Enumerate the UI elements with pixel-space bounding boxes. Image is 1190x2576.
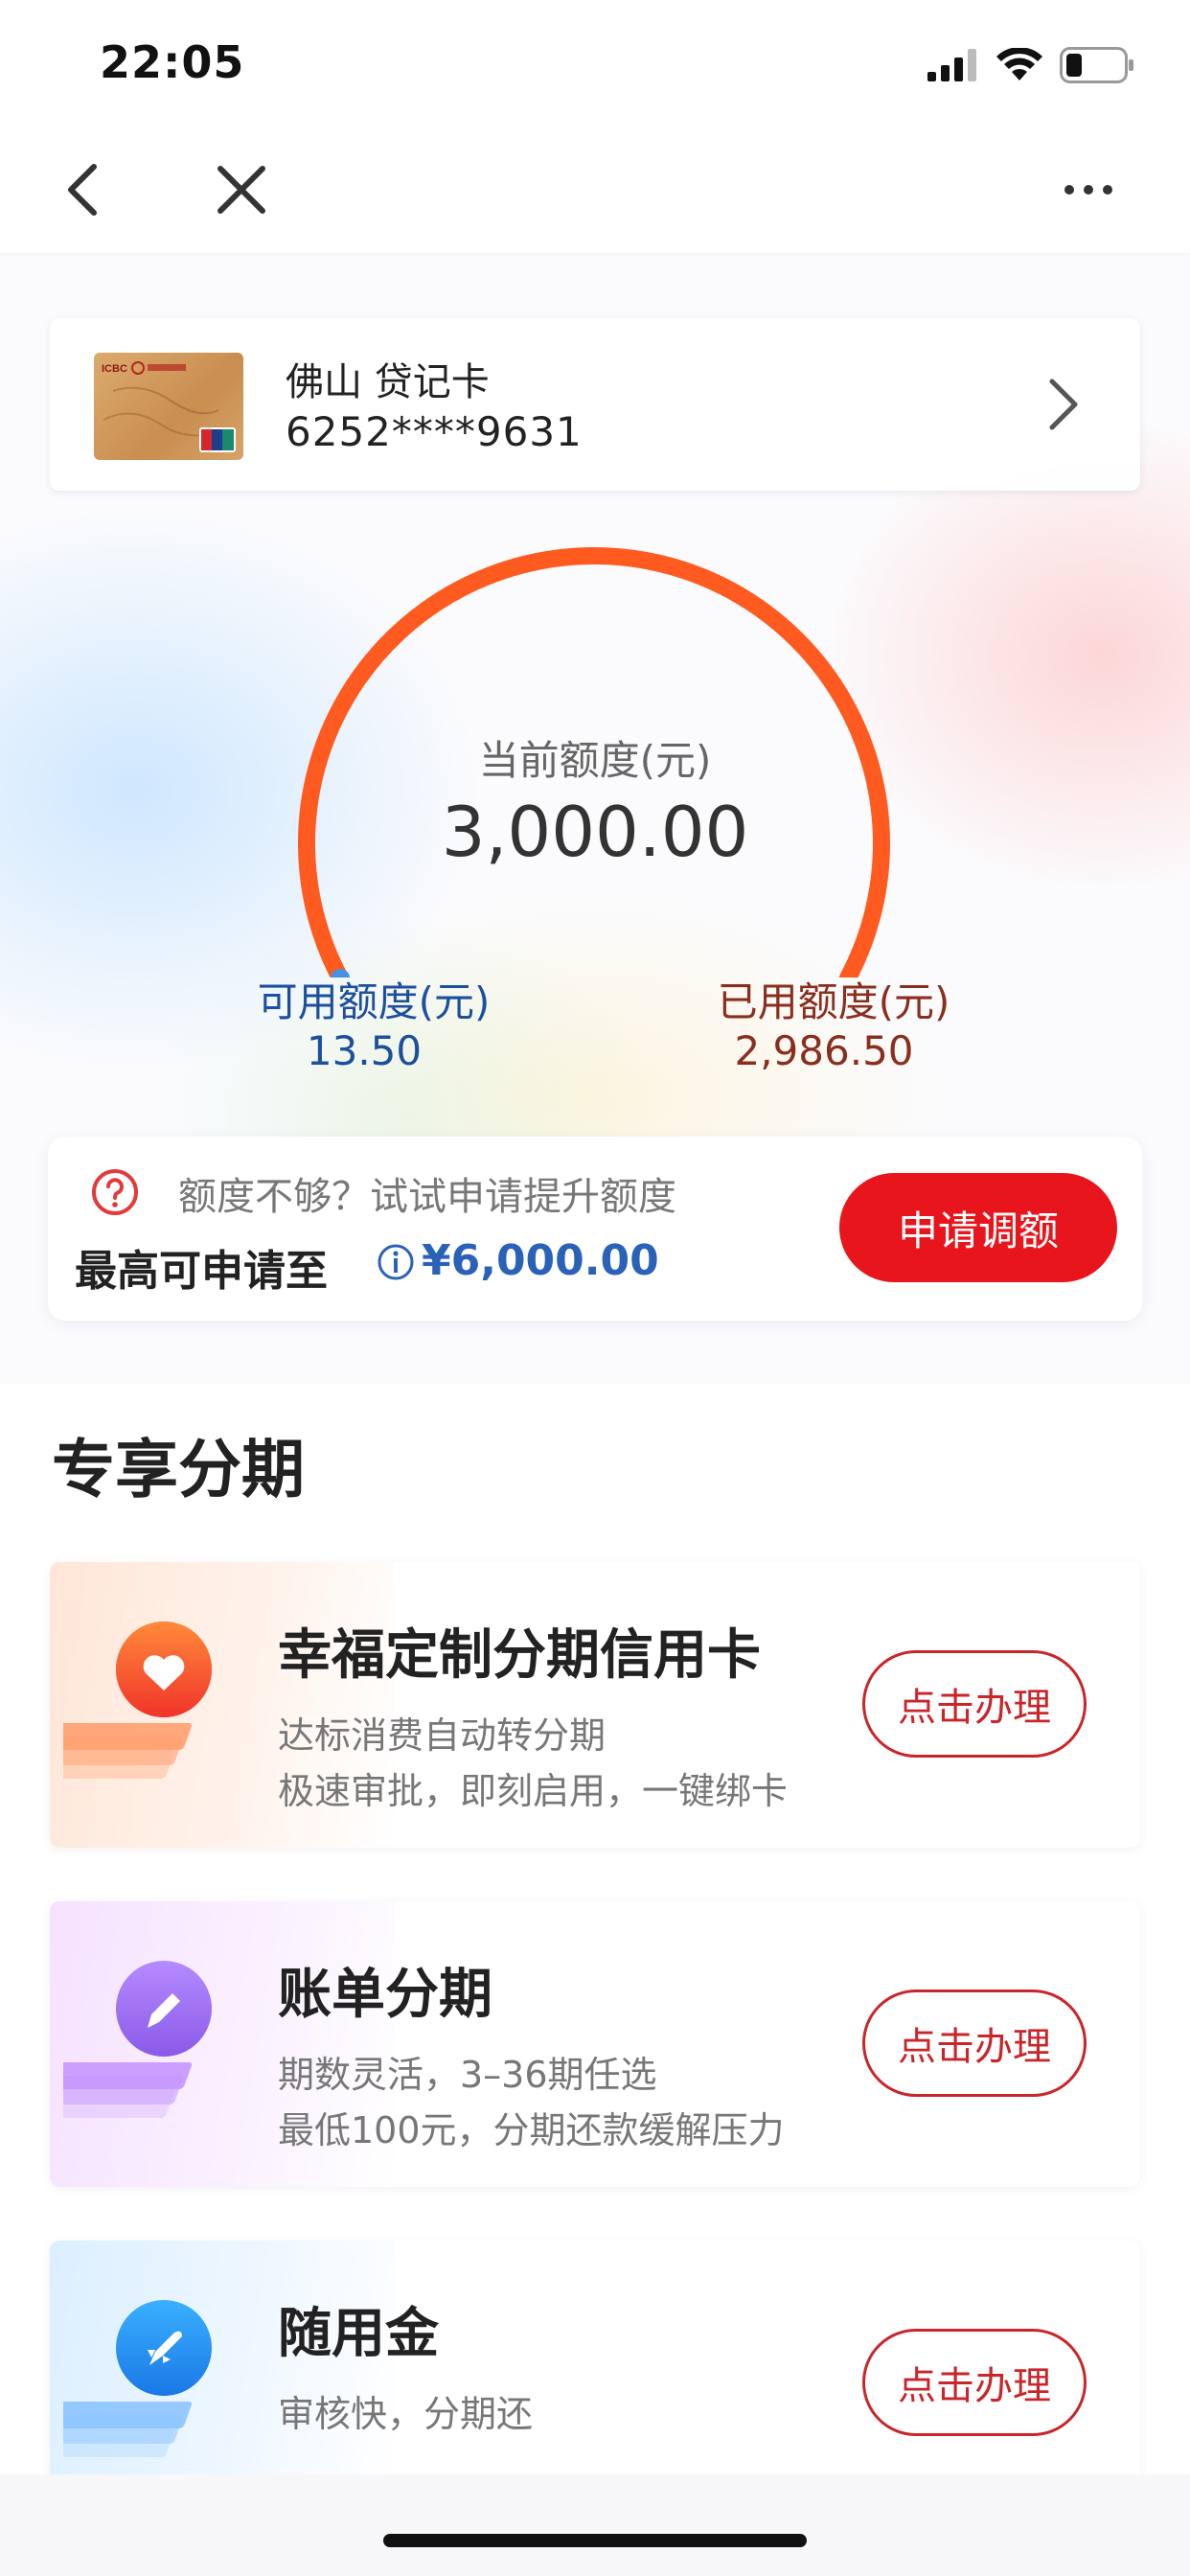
- chevron-right-icon: [1033, 374, 1090, 435]
- signal-icon: [927, 49, 976, 81]
- product-desc: 极速审批，即刻启用，一键绑卡: [278, 1770, 789, 1812]
- status-bar: 22:05: [0, 0, 1190, 126]
- quota-max-value: ¥6,000.00: [422, 1236, 659, 1285]
- product-desc: 期数灵活，3–36期任选: [278, 2054, 657, 2096]
- more-icon: [1064, 185, 1112, 195]
- product-desc: 达标消费自动转分期: [278, 1714, 606, 1757]
- quota-hint: 额度不够？试试申请提升额度: [178, 1175, 676, 1219]
- wifi-icon: [996, 48, 1042, 80]
- quota-max-label: 最高可申请至: [75, 1247, 328, 1296]
- product-title: 幸福定制分期信用卡: [278, 1624, 761, 1687]
- apply-button[interactable]: 点击办理: [862, 1650, 1087, 1758]
- card-number: 6252****9631: [286, 408, 583, 455]
- battery-icon: [1060, 47, 1133, 83]
- apply-increase-button[interactable]: 申请调额: [839, 1173, 1117, 1282]
- more-button[interactable]: [1054, 155, 1123, 224]
- home-indicator[interactable]: [383, 2534, 807, 2547]
- product-desc: 审核快，分期还: [278, 2393, 534, 2435]
- product-desc: 最低100元，分期还款缓解压力: [278, 2109, 785, 2151]
- product-title: 随用金: [278, 2303, 439, 2365]
- used-value: 2,986.50: [734, 1027, 914, 1074]
- close-icon: [217, 166, 265, 214]
- product-card-bill-installment[interactable]: 账单分期 期数灵活，3–36期任选 最低100元，分期还款缓解压力 点击办理: [50, 1901, 1140, 2187]
- product-title: 账单分期: [278, 1964, 492, 2026]
- question-icon: [92, 1169, 138, 1215]
- info-icon[interactable]: [376, 1242, 416, 1282]
- apply-button[interactable]: 点击办理: [862, 2329, 1087, 2436]
- nav-bar: [0, 126, 1190, 253]
- heart-icon: [63, 1622, 212, 1779]
- svg-text:ICBC: ICBC: [102, 363, 127, 375]
- rocket-icon: [63, 2300, 212, 2457]
- home-indicator-area: [0, 2474, 1190, 2576]
- card-image: ICBC: [94, 353, 243, 460]
- status-icons: [927, 46, 1134, 84]
- gauge-title: 当前额度(元): [478, 737, 712, 784]
- used-label: 已用额度(元): [717, 978, 950, 1025]
- card-title: 佛山 贷记卡: [286, 360, 490, 404]
- available-value: 13.50: [306, 1027, 423, 1074]
- back-arrow-icon: [68, 164, 97, 216]
- available-label: 可用额度(元): [257, 978, 491, 1025]
- product-card-flexible-loan[interactable]: 随用金 审核快，分期还 点击办理: [50, 2241, 1140, 2490]
- status-time: 22:05: [100, 36, 245, 88]
- pencil-icon: [63, 1961, 212, 2118]
- quota-increase-panel: 额度不够？试试申请提升额度 最高可申请至 ¥6,000.00 申请调额: [48, 1137, 1142, 1321]
- product-card-happy-installment[interactable]: 幸福定制分期信用卡 达标消费自动转分期 极速审批，即刻启用，一键绑卡 点击办理: [50, 1562, 1140, 1848]
- apply-button[interactable]: 点击办理: [862, 1990, 1087, 2097]
- card-selector[interactable]: ICBC 佛山 贷记卡 6252****9631: [50, 318, 1140, 491]
- gauge-total-value: 3,000.00: [441, 792, 749, 872]
- section-title: 专享分期: [52, 1433, 305, 1506]
- back-button[interactable]: [48, 155, 117, 224]
- close-button[interactable]: [207, 155, 276, 224]
